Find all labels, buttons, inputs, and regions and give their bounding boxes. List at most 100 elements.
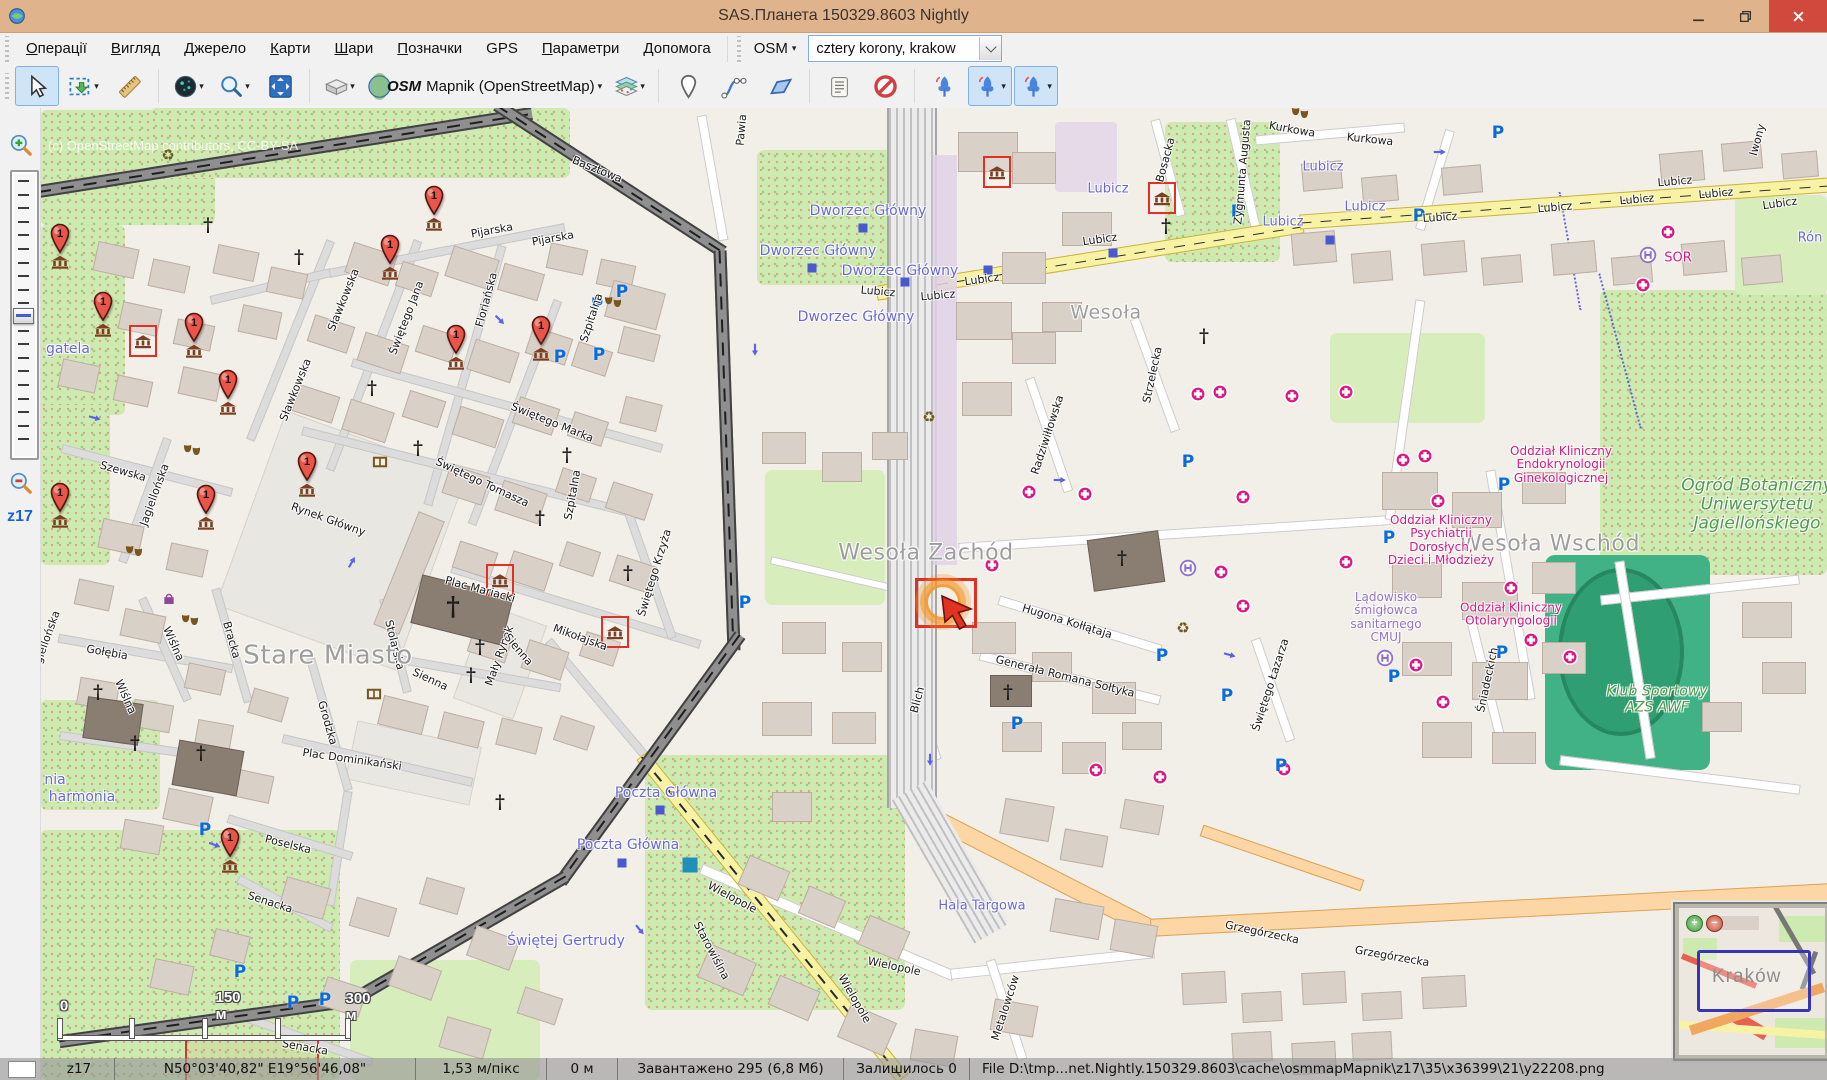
map-label: Lubicz [1087, 183, 1128, 198]
placemark-balloon[interactable]: 1 [219, 827, 241, 857]
building [1492, 732, 1536, 764]
map-label: Dworzec Główny [842, 264, 959, 280]
toolbar-separator [158, 69, 159, 103]
zoom-slider[interactable] [10, 170, 39, 460]
map-source-select[interactable]: OSMMapnik (OpenStreetMap)▾ [363, 66, 605, 106]
church-cross-icon: † [466, 664, 476, 686]
building [1781, 150, 1819, 179]
menu-item-maps[interactable]: Карти [258, 33, 322, 64]
menu-item-settings[interactable]: Параметри [530, 33, 632, 64]
building [238, 304, 283, 340]
building [1481, 254, 1523, 285]
placemark-balloon[interactable]: 1 [195, 484, 217, 514]
museum-icon [51, 255, 69, 270]
cache-mode[interactable]: ▾ [317, 66, 361, 106]
placemark-balloon[interactable]: 1 [217, 369, 239, 399]
minimap-zoom-out-button[interactable]: − [1706, 915, 1723, 932]
theater-icon [125, 545, 144, 558]
placemark-balloon[interactable]: 1 [296, 451, 318, 481]
placemark-balloon[interactable]: 1 [92, 291, 114, 321]
ruler-tool[interactable] [107, 66, 151, 106]
status-scale: 1,53 м/пікс [416, 1058, 547, 1080]
placemark-balloon[interactable]: 1 [445, 324, 467, 354]
menu-item-view[interactable]: Вигляд [99, 33, 172, 64]
map-viewport[interactable]: †††††††††††††††††††PPPPPPPPPPPPPPPPPPPPP… [40, 108, 1827, 1080]
hospital-icon [1088, 762, 1105, 779]
show-markers-2[interactable]: ▾ [968, 66, 1012, 106]
main-road [714, 250, 741, 650]
hospital-icon [1395, 452, 1412, 469]
minimize-button[interactable] [1675, 0, 1722, 32]
map-label: Iwony [1748, 123, 1768, 158]
hospital-icon [1284, 388, 1301, 405]
selection-tool[interactable]: ▾ [61, 66, 105, 106]
menubar-grip[interactable] [5, 36, 9, 62]
combo-dropdown-button[interactable] [979, 37, 1001, 60]
building [999, 798, 1054, 842]
zoom-in-button[interactable] [8, 132, 34, 158]
placemark-balloon[interactable]: 1 [530, 315, 552, 345]
building [1351, 1031, 1392, 1061]
goto-tool[interactable]: ▾ [166, 66, 210, 106]
minimap-zoom-in-button[interactable]: + [1686, 915, 1703, 932]
building [762, 702, 812, 736]
church-cross-icon: † [475, 636, 485, 658]
placemark-balloon[interactable]: 1 [423, 185, 445, 215]
status-indicator-box [8, 1061, 36, 1078]
museum-icon [425, 217, 443, 232]
placemark-balloon[interactable]: 1 [49, 482, 71, 512]
hide-placemarks[interactable] [863, 66, 907, 106]
building [605, 481, 654, 521]
hospital-icon [1338, 554, 1355, 571]
placemark-manager[interactable] [817, 66, 861, 106]
overview-minimap[interactable]: Kraków + − [1673, 902, 1827, 1061]
museum-poi-box [983, 156, 1011, 188]
church-cross-icon: † [1199, 325, 1209, 347]
building [266, 266, 309, 299]
hospital-icon [1213, 564, 1230, 581]
placemark-balloon[interactable]: 1 [49, 223, 71, 253]
building [1241, 991, 1283, 1023]
map-source-menu[interactable]: OSM ▾ [746, 40, 805, 57]
menu-item-source[interactable]: Джерело [172, 33, 258, 64]
placemark-balloon[interactable]: 1 [183, 312, 205, 342]
parking-icon: P [554, 347, 566, 367]
map-label: Grzegórzecka [1354, 944, 1430, 969]
add-placemark[interactable] [666, 66, 710, 106]
menu-item-operations[interactable]: Операції [14, 33, 99, 64]
show-markers-3[interactable]: ▾ [1014, 66, 1058, 106]
show-markers-1[interactable] [922, 66, 966, 106]
chevron-down-icon: ▾ [1001, 82, 1006, 91]
building [212, 244, 259, 282]
building [402, 390, 447, 428]
add-path[interactable] [712, 66, 756, 106]
building [772, 792, 812, 822]
zoom-rect-tool[interactable]: ▾ [212, 66, 256, 106]
close-button[interactable] [1769, 0, 1827, 32]
hospital-icon [1190, 386, 1207, 403]
zoom-slider-handle[interactable] [13, 308, 34, 324]
add-polygon[interactable] [758, 66, 802, 106]
layers-select[interactable]: ▾ [607, 66, 651, 106]
search-combo[interactable]: cztery korony, krakow [808, 35, 1002, 62]
cursor-tool[interactable] [15, 66, 59, 106]
shop-icon [163, 593, 176, 606]
menu-item-placemarks[interactable]: Позначки [385, 33, 474, 64]
map-label: Lubicz [1422, 211, 1458, 226]
menu-item-gps[interactable]: GPS [474, 33, 530, 64]
zoom-out-button[interactable] [8, 470, 34, 496]
map-label: Rón [1798, 232, 1823, 247]
street [958, 515, 1391, 553]
toolbar-grip[interactable] [5, 73, 9, 99]
map-menu-grip[interactable] [737, 36, 741, 62]
museum-icon [94, 323, 112, 338]
building [872, 432, 908, 460]
pathtool-icon [721, 73, 748, 100]
placemark-balloon[interactable]: 1 [379, 234, 401, 264]
restore-button[interactable] [1722, 0, 1769, 32]
fullscreen-toggle[interactable] [258, 66, 302, 106]
building [1351, 250, 1393, 283]
title-bar: SAS.Планета 150329.8603 Nightly [0, 0, 1827, 33]
menu-item-layers[interactable]: Шари [322, 33, 385, 64]
menu-item-help[interactable]: Допомога [631, 33, 722, 64]
